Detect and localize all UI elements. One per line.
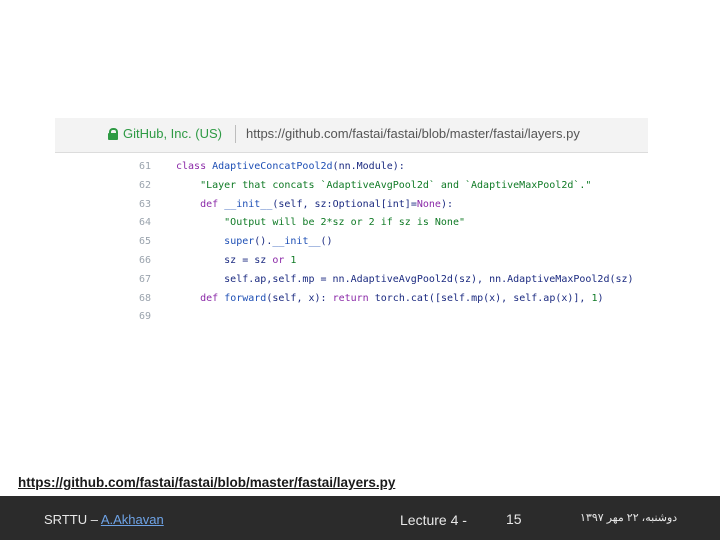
code-text: def __init__(self, sz:Optional[int]=None… bbox=[176, 196, 453, 215]
line-number: 68 bbox=[139, 292, 152, 304]
browser-address-bar[interactable]: GitHub, Inc. (US) https://github.com/fas… bbox=[55, 118, 648, 153]
author-link[interactable]: A.Akhavan bbox=[101, 512, 164, 527]
code-line: 66 sz = sz or 1 bbox=[55, 252, 648, 271]
code-token: (self, sz:Optional[int]= bbox=[272, 198, 417, 210]
code-screenshot: GitHub, Inc. (US) https://github.com/fas… bbox=[55, 118, 648, 334]
line-number: 67 bbox=[139, 273, 152, 285]
institution-label: SRTTU – bbox=[44, 512, 101, 527]
code-token: __init__ bbox=[224, 198, 273, 210]
line-number: 62 bbox=[139, 179, 152, 191]
code-line: 64 "Output will be 2*sz or 2 if sz is No… bbox=[55, 214, 648, 233]
code-token: ): bbox=[440, 198, 453, 210]
code-text: def forward(self, x): return torch.cat([… bbox=[176, 290, 604, 309]
site-identity-label: GitHub, Inc. (US) bbox=[123, 126, 222, 141]
code-token: self.ap,self.mp = nn.AdaptiveAvgPool2d(s… bbox=[176, 273, 634, 285]
code-token: (). bbox=[254, 236, 273, 248]
code-block: 61 class AdaptiveConcatPool2d(nn.Module):… bbox=[55, 158, 648, 327]
code-text: sz = sz or 1 bbox=[176, 252, 296, 271]
lecture-label: Lecture 4 - bbox=[400, 512, 467, 528]
code-token: () bbox=[320, 236, 333, 248]
code-token: or bbox=[272, 254, 291, 266]
source-link[interactable]: https://github.com/fastai/fastai/blob/ma… bbox=[18, 475, 395, 490]
code-line: 69 bbox=[55, 308, 648, 327]
code-token: (self, x): bbox=[266, 292, 333, 304]
url-text[interactable]: https://github.com/fastai/fastai/blob/ma… bbox=[246, 126, 580, 141]
code-text: class AdaptiveConcatPool2d(nn.Module): bbox=[176, 158, 405, 177]
code-token: return bbox=[332, 292, 375, 304]
date-label: دوشنبه، ٢٢ مهر ١٣٩٧ bbox=[580, 512, 678, 524]
code-token: super bbox=[224, 236, 255, 248]
code-token: (nn.Module): bbox=[332, 161, 405, 172]
code-token: def bbox=[200, 198, 225, 210]
code-token: "Output will be 2*sz or 2 if sz is None" bbox=[176, 217, 465, 229]
code-token: "Layer that concats `AdaptiveAvgPool2d` … bbox=[176, 179, 592, 191]
code-token: __init__ bbox=[272, 236, 321, 248]
code-line: 61 class AdaptiveConcatPool2d(nn.Module): bbox=[55, 158, 648, 177]
line-number: 65 bbox=[139, 236, 152, 248]
line-number: 63 bbox=[139, 198, 152, 210]
code-line: 62 "Layer that concats `AdaptiveAvgPool2… bbox=[55, 177, 648, 196]
line-number: 69 bbox=[139, 311, 152, 323]
code-line: 65 super().__init__() bbox=[55, 233, 648, 252]
line-number: 61 bbox=[139, 161, 152, 172]
code-text: "Layer that concats `AdaptiveAvgPool2d` … bbox=[176, 177, 591, 196]
code-token: def bbox=[200, 292, 225, 304]
lock-icon bbox=[108, 128, 118, 140]
code-text: self.ap,self.mp = nn.AdaptiveAvgPool2d(s… bbox=[176, 271, 634, 290]
line-number: 66 bbox=[139, 254, 152, 266]
code-line: 63 def __init__(self, sz:Optional[int]=N… bbox=[55, 196, 648, 215]
code-token: ) bbox=[597, 292, 604, 304]
slide-footer: SRTTU – A.Akhavan Lecture 4 - 15 دوشنبه،… bbox=[0, 496, 720, 540]
code-token: forward bbox=[224, 292, 267, 304]
code-text: "Output will be 2*sz or 2 if sz is None" bbox=[176, 214, 465, 233]
line-number: 64 bbox=[139, 217, 152, 229]
code-token: None bbox=[416, 198, 441, 210]
code-line: 67 self.ap,self.mp = nn.AdaptiveAvgPool2… bbox=[55, 271, 648, 290]
footer-credit: SRTTU – A.Akhavan bbox=[44, 512, 164, 527]
code-line: 68 def forward(self, x): return torch.ca… bbox=[55, 290, 648, 309]
address-divider bbox=[235, 125, 236, 143]
code-text: super().__init__() bbox=[176, 233, 333, 252]
code-token: class bbox=[176, 161, 213, 172]
code-token: 1 bbox=[290, 254, 297, 266]
code-token: torch.cat([self.mp(x), self.ap(x)], bbox=[374, 292, 592, 304]
code-token: sz = sz bbox=[176, 254, 273, 266]
code-token: AdaptiveConcatPool2d bbox=[212, 161, 333, 172]
page-number: 15 bbox=[506, 511, 522, 527]
